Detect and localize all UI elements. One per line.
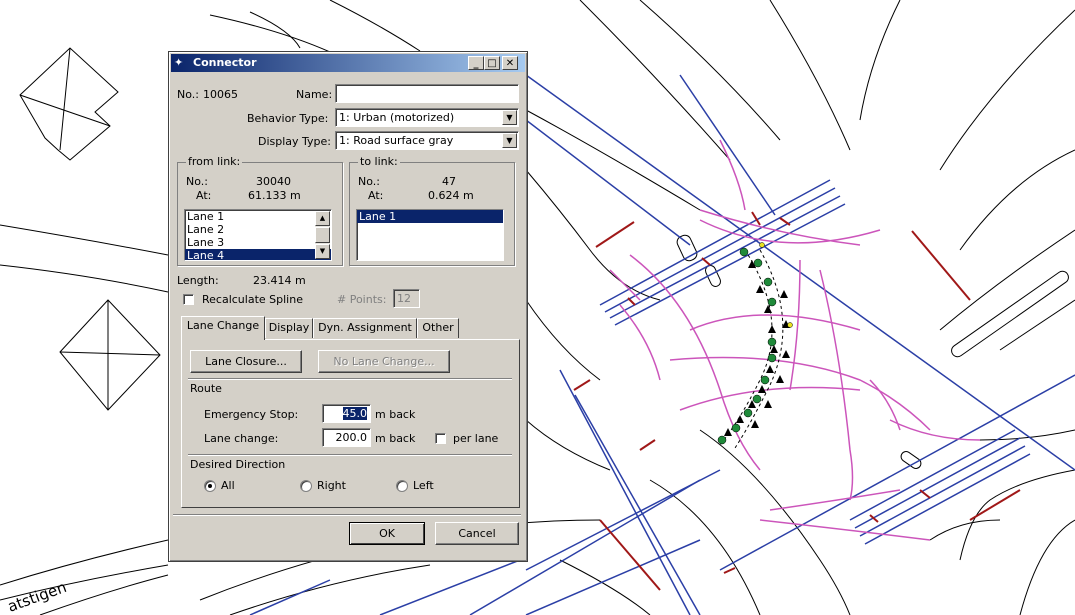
scroll-thumb[interactable] [315, 227, 330, 243]
number-value: 10065 [203, 88, 238, 101]
separator [188, 378, 512, 380]
minimize-button[interactable]: _ [468, 56, 484, 70]
length-value: 23.414 m [253, 274, 306, 287]
name-label: Name: [296, 88, 333, 101]
title-bar[interactable]: ✦ Connector _ □ ✕ [171, 54, 525, 72]
building-outlines [19, 47, 161, 411]
per-lane-label: per lane [453, 432, 499, 445]
dropdown-arrow-icon[interactable]: ▼ [502, 133, 517, 148]
lane-list-item-selected[interactable]: Lane 4 [185, 249, 331, 260]
lane-change-label: Lane change: [204, 432, 279, 445]
emergency-stop-value: 45.0 [342, 407, 367, 420]
route-title: Route [190, 382, 222, 395]
lane-closure-button[interactable]: Lane Closure... [190, 350, 302, 373]
lane-list-item[interactable]: Lane 3 [185, 236, 331, 249]
from-link-at-value: 61.133 m [248, 189, 301, 202]
to-link-no-value: 47 [442, 175, 456, 188]
recalculate-spline-checkbox[interactable] [183, 294, 194, 305]
direction-right-radio[interactable] [300, 480, 312, 492]
signal-heads [573, 211, 1021, 591]
direction-all-radio[interactable] [204, 480, 216, 492]
tab-display[interactable]: Display [265, 318, 313, 338]
ok-button[interactable]: OK [349, 522, 425, 545]
tab-dyn-assignment[interactable]: Dyn. Assignment [313, 318, 417, 338]
direction-all-label: All [221, 479, 235, 492]
number-label: No.: [177, 88, 199, 101]
cancel-button[interactable]: Cancel [435, 522, 519, 545]
emergency-stop-unit: m back [375, 408, 416, 421]
from-link-at-label: At: [196, 189, 212, 202]
direction-right-label: Right [317, 479, 346, 492]
emergency-stop-label: Emergency Stop: [204, 408, 299, 421]
points-label: # Points: [337, 293, 387, 306]
lane-list-item-selected[interactable]: Lane 1 [357, 210, 503, 223]
from-link-scrollbar[interactable]: ▲ ▼ [315, 211, 330, 259]
street-label: atstigen [5, 578, 69, 615]
road-edges [0, 0, 1075, 615]
from-link-no-label: No.: [186, 175, 208, 188]
emergency-stop-input[interactable]: 45.0 [322, 404, 371, 423]
vissim-app-icon: ✦ [174, 56, 184, 69]
lane-list-item[interactable]: Lane 1 [185, 210, 331, 223]
display-type-select[interactable]: 1: Road surface gray ▼ [335, 131, 519, 150]
maximize-button[interactable]: □ [484, 56, 500, 70]
from-link-group: from link: No.: 30040 At: 61.133 m Lane … [177, 155, 343, 266]
points-input: 12 [393, 289, 420, 308]
lane-change-unit: m back [375, 432, 416, 445]
connector-dialog: ✦ Connector _ □ ✕ No.: 10065 Name: Behav… [168, 51, 528, 562]
behavior-type-value: 1: Urban (motorized) [339, 111, 455, 124]
network-map-canvas[interactable]: atstigen [0, 0, 1075, 615]
scroll-down-arrow-icon[interactable]: ▼ [315, 244, 330, 259]
to-link-group: to link: No.: 47 At: 0.624 m Lane 1 [349, 155, 515, 266]
from-link-lane-list[interactable]: Lane 1 Lane 2 Lane 3 Lane 4 ▲ ▼ [184, 209, 332, 261]
lane-change-panel: Lane Closure... No Lane Change... Route … [181, 339, 520, 508]
display-type-value: 1: Road surface gray [339, 134, 454, 147]
dropdown-arrow-icon[interactable]: ▼ [502, 110, 517, 125]
to-link-no-label: No.: [358, 175, 380, 188]
no-lane-change-button: No Lane Change... [318, 350, 450, 373]
direction-left-radio[interactable] [396, 480, 408, 492]
desired-direction-title: Desired Direction [190, 458, 286, 471]
scroll-up-arrow-icon[interactable]: ▲ [315, 211, 330, 226]
to-link-title: to link: [358, 155, 400, 168]
direction-left-label: Left [413, 479, 434, 492]
name-input[interactable] [335, 84, 519, 103]
lane-change-input[interactable]: 200.0 [322, 428, 371, 447]
lane-list-item[interactable]: Lane 2 [185, 223, 331, 236]
length-label: Length: [177, 274, 219, 287]
from-link-title: from link: [186, 155, 243, 168]
to-link-at-value: 0.624 m [428, 189, 474, 202]
window-title: Connector [193, 56, 257, 69]
close-button[interactable]: ✕ [502, 56, 518, 70]
to-link-lane-list[interactable]: Lane 1 [356, 209, 504, 261]
footer-separator [173, 514, 521, 516]
to-link-at-label: At: [368, 189, 384, 202]
separator [188, 454, 512, 456]
tab-other[interactable]: Other [417, 318, 459, 338]
recalculate-spline-label: Recalculate Spline [202, 293, 303, 306]
per-lane-checkbox[interactable] [435, 433, 446, 444]
behavior-type-select[interactable]: 1: Urban (motorized) ▼ [335, 108, 519, 127]
from-link-no-value: 30040 [256, 175, 291, 188]
behavior-type-label: Behavior Type: [247, 112, 329, 125]
tab-lane-change[interactable]: Lane Change [181, 316, 265, 340]
display-type-label: Display Type: [258, 135, 332, 148]
